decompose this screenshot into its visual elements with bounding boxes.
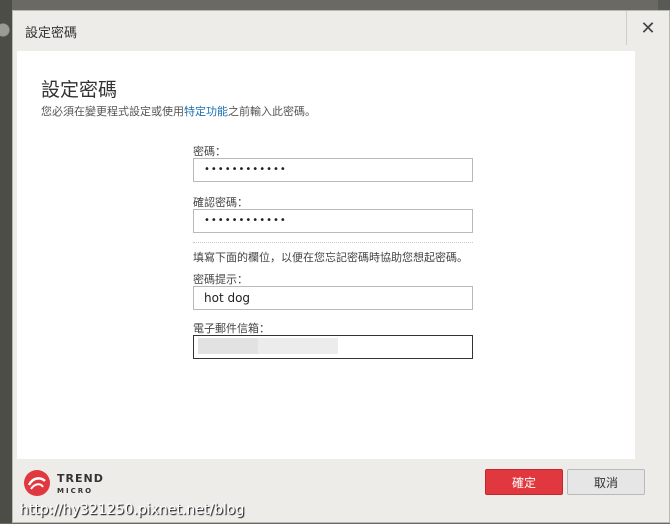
subtitle: 您必須在變更程式設定或使用特定功能之前輸入此密碼。 <box>41 103 316 119</box>
confirm-password-label: 確認密碼： <box>193 196 248 209</box>
password-hint-label: 密碼提示： <box>193 273 248 286</box>
ok-button[interactable]: 確定 <box>485 469 563 495</box>
divider <box>193 242 473 243</box>
redacted-email-part <box>258 338 338 354</box>
specific-features-link[interactable]: 特定功能 <box>184 105 228 118</box>
password-label: 密碼： <box>193 145 226 158</box>
close-icon: ✕ <box>640 17 656 39</box>
cancel-button[interactable]: 取消 <box>567 469 645 495</box>
subtitle-text-after: 之前輸入此密碼。 <box>228 105 316 118</box>
confirm-password-field[interactable]: •••••••••••• <box>193 209 473 233</box>
trend-micro-logo-icon <box>24 470 50 496</box>
hint-note: 填寫下面的欄位，以便在您忘記密碼時協助您想起密碼。 <box>193 251 468 264</box>
password-form: 密碼： •••••••••••• 確認密碼： •••••••••••• 填寫下面… <box>193 143 473 359</box>
dialog-content: 設定密碼 您必須在變更程式設定或使用特定功能之前輸入此密碼。 密碼： •••••… <box>17 51 635 459</box>
logo-text-micro: MICRO <box>57 487 94 495</box>
email-label: 電子郵件信箱： <box>193 322 270 335</box>
watermark-url: http://hy321250.pixnet.net/blog <box>20 502 245 518</box>
email-field[interactable] <box>193 335 473 359</box>
logo-text-trend: TREND <box>57 472 104 485</box>
password-hint-field[interactable]: hot dog <box>193 286 473 310</box>
window-title: 設定密碼 <box>25 26 78 41</box>
page-title: 設定密碼 <box>41 79 118 101</box>
trend-micro-logo: TREND MICRO <box>23 469 113 499</box>
set-password-dialog: 設定密碼 ✕ 設定密碼 您必須在變更程式設定或使用特定功能之前輸入此密碼。 密碼… <box>12 10 670 523</box>
subtitle-text-before: 您必須在變更程式設定或使用 <box>41 105 184 118</box>
close-button[interactable]: ✕ <box>626 11 669 45</box>
password-field[interactable]: •••••••••••• <box>193 158 473 182</box>
redacted-email-part <box>198 338 258 354</box>
title-bar: 設定密碼 ✕ <box>13 11 669 51</box>
